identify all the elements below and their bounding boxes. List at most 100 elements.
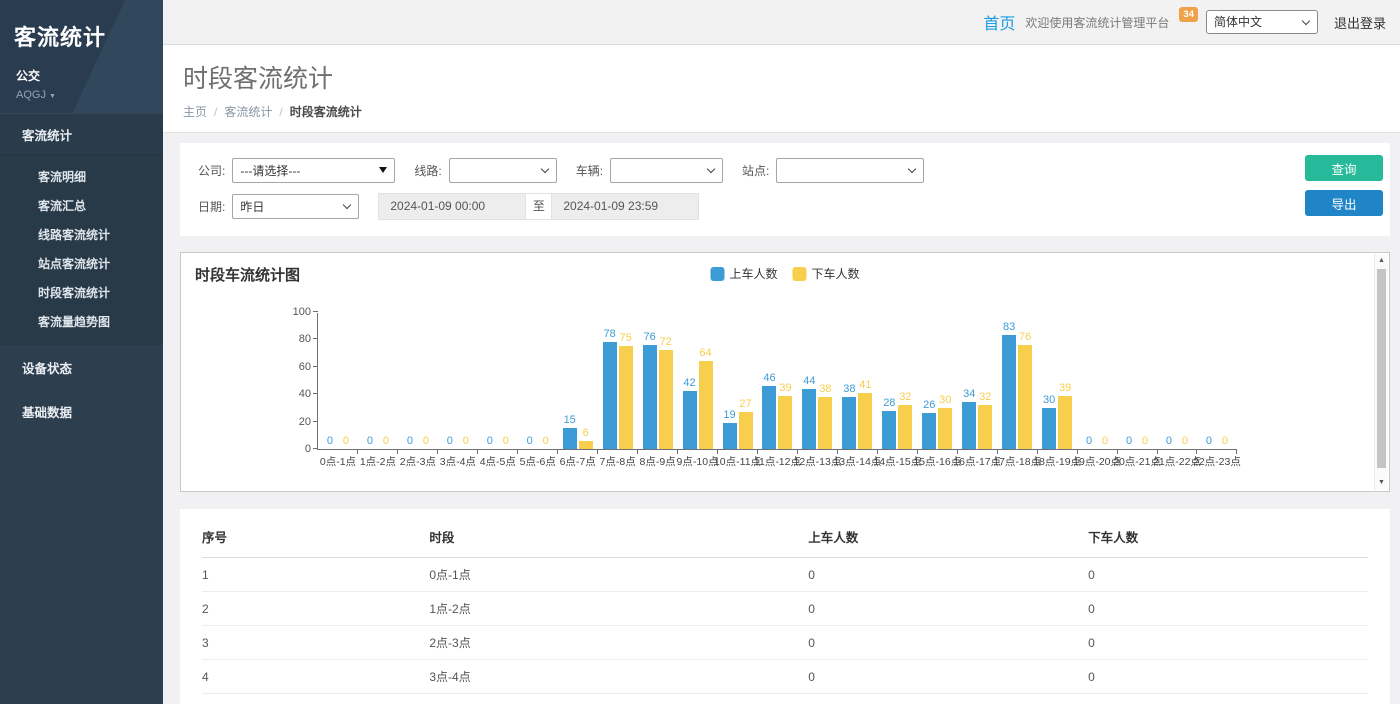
logout-link[interactable]: 退出登录 — [1334, 13, 1386, 32]
bar[interactable] — [723, 423, 737, 449]
bar[interactable] — [1002, 335, 1016, 449]
x-axis-label: 9点-10点 — [677, 454, 719, 469]
bar-value-label: 0 — [423, 435, 429, 448]
filter-row-2: 日期: 昨日 至 — [198, 193, 1372, 220]
bar[interactable] — [882, 411, 896, 449]
table-cell: 0 — [808, 660, 1088, 694]
y-axis-label: 20 — [281, 416, 311, 428]
bar-value-label: 0 — [383, 435, 389, 448]
bar-value-label: 0 — [1086, 435, 1092, 448]
sidebar-item-flow-detail[interactable]: 客流明细 — [0, 162, 163, 191]
table-cell: 1点-2点 — [429, 592, 808, 626]
station-select[interactable] — [776, 158, 924, 183]
table-cell: 0 — [1088, 558, 1368, 592]
language-select-wrap: 简体中文 — [1206, 10, 1318, 34]
bar-value-label: 76 — [1019, 331, 1031, 344]
bar[interactable] — [563, 428, 577, 449]
legend-alighting[interactable]: 下车人数 — [793, 265, 860, 282]
notification-badge[interactable]: 34 — [1179, 7, 1198, 22]
bar-value-label: 28 — [883, 397, 895, 410]
x-axis-label: 3点-4点 — [440, 454, 476, 469]
bar-group: 192710点-11点 — [718, 313, 758, 449]
export-button[interactable]: 导出 — [1305, 190, 1383, 216]
bar[interactable] — [762, 386, 776, 449]
sidebar-item-station-stats[interactable]: 站点客流统计 — [0, 249, 163, 278]
bar-value-label: 0 — [1102, 435, 1108, 448]
sidebar-item-device-status[interactable]: 设备状态 — [0, 345, 163, 389]
bar[interactable] — [858, 393, 872, 449]
line-label: 线路: — [414, 162, 441, 179]
sidebar-item-period-stats[interactable]: 时段客流统计 — [0, 278, 163, 307]
breadcrumb-home[interactable]: 主页 — [183, 105, 207, 119]
bar[interactable] — [778, 396, 792, 449]
bar-group: 0020点-21点 — [1117, 313, 1157, 449]
bar-group: 0021点-22点 — [1157, 313, 1197, 449]
bar[interactable] — [842, 397, 856, 449]
table-cell: 3点-4点 — [429, 660, 808, 694]
date-range-group: 至 — [378, 193, 699, 220]
vehicle-select[interactable] — [610, 158, 723, 183]
bar[interactable] — [619, 346, 633, 449]
bar[interactable] — [1058, 396, 1072, 449]
chart-scrollbar[interactable]: ▲ ▼ — [1374, 254, 1388, 490]
bar[interactable] — [579, 441, 593, 449]
x-axis-label: 8点-9点 — [640, 454, 676, 469]
bar[interactable] — [1042, 408, 1056, 449]
bar-value-label: 42 — [683, 377, 695, 390]
user-name: AQGJ — [16, 89, 46, 101]
date-to-input[interactable] — [552, 194, 698, 219]
bar-value-label: 0 — [327, 435, 333, 448]
brand-title: 客流统计 — [14, 20, 149, 52]
query-button[interactable]: 查询 — [1305, 155, 1383, 181]
bar[interactable] — [962, 402, 976, 449]
x-axis-label: 0点-1点 — [320, 454, 356, 469]
scrollbar-thumb[interactable] — [1377, 269, 1386, 468]
home-link[interactable]: 首页 — [983, 10, 1015, 34]
language-select[interactable]: 简体中文 — [1206, 10, 1318, 34]
bar[interactable] — [1018, 345, 1032, 449]
bar[interactable] — [683, 391, 697, 449]
breadcrumb-section[interactable]: 客流统计 — [224, 105, 272, 119]
sidebar: 客流统计 公交 AQGJ▼ 客流统计 客流明细 客流汇总 线路客流统计 站点客流… — [0, 0, 163, 704]
legend-boarding[interactable]: 上车人数 — [710, 265, 777, 282]
bar[interactable] — [643, 345, 657, 449]
bar[interactable] — [603, 342, 617, 449]
legend-label: 下车人数 — [812, 265, 860, 282]
bar-value-label: 78 — [604, 328, 616, 341]
brand-block: 客流统计 公交 AQGJ▼ — [0, 0, 163, 113]
x-axis-label: 22点-23点 — [1193, 454, 1241, 469]
bar[interactable] — [922, 413, 936, 449]
sidebar-item-flow-summary[interactable]: 客流汇总 — [0, 191, 163, 220]
bar[interactable] — [898, 405, 912, 449]
bar[interactable] — [818, 397, 832, 449]
bar-group: 003点-4点 — [438, 313, 478, 449]
page-head: 时段客流统计 主页/客流统计/时段客流统计 — [163, 45, 1400, 133]
sidebar-item-base-data[interactable]: 基础数据 — [0, 389, 163, 433]
sidebar-item-passenger-stats[interactable]: 客流统计 — [0, 113, 163, 155]
sidebar-item-trend-chart[interactable]: 客流量趋势图 — [0, 307, 163, 336]
caret-down-icon: ▼ — [49, 93, 56, 100]
breadcrumb-separator: / — [279, 105, 282, 119]
bar-value-label: 41 — [859, 379, 871, 392]
bar[interactable] — [938, 408, 952, 449]
bar-value-label: 0 — [487, 435, 493, 448]
bar-group: 001点-2点 — [358, 313, 398, 449]
company-select[interactable]: ---请选择--- — [232, 158, 395, 183]
scroll-down-icon[interactable]: ▼ — [1375, 477, 1388, 489]
bar-value-label: 38 — [819, 383, 831, 396]
date-from-input[interactable] — [379, 194, 525, 219]
bar[interactable] — [739, 412, 753, 449]
scroll-up-icon[interactable]: ▲ — [1375, 255, 1388, 267]
sidebar-submenu: 客流明细 客流汇总 线路客流统计 站点客流统计 时段客流统计 客流量趋势图 — [0, 155, 163, 345]
bar[interactable] — [659, 350, 673, 449]
app-window: 客流统计 公交 AQGJ▼ 客流统计 客流明细 客流汇总 线路客流统计 站点客流… — [0, 0, 1400, 704]
table-cell: 5 — [202, 694, 429, 704]
bar[interactable] — [978, 405, 992, 449]
bar-group: 303918点-19点 — [1037, 313, 1077, 449]
bar[interactable] — [699, 361, 713, 449]
bar[interactable] — [802, 389, 816, 449]
line-select[interactable] — [449, 158, 557, 183]
date-preset-select[interactable]: 昨日 — [232, 194, 359, 219]
sidebar-item-line-stats[interactable]: 线路客流统计 — [0, 220, 163, 249]
user-dropdown[interactable]: AQGJ▼ — [16, 89, 147, 101]
